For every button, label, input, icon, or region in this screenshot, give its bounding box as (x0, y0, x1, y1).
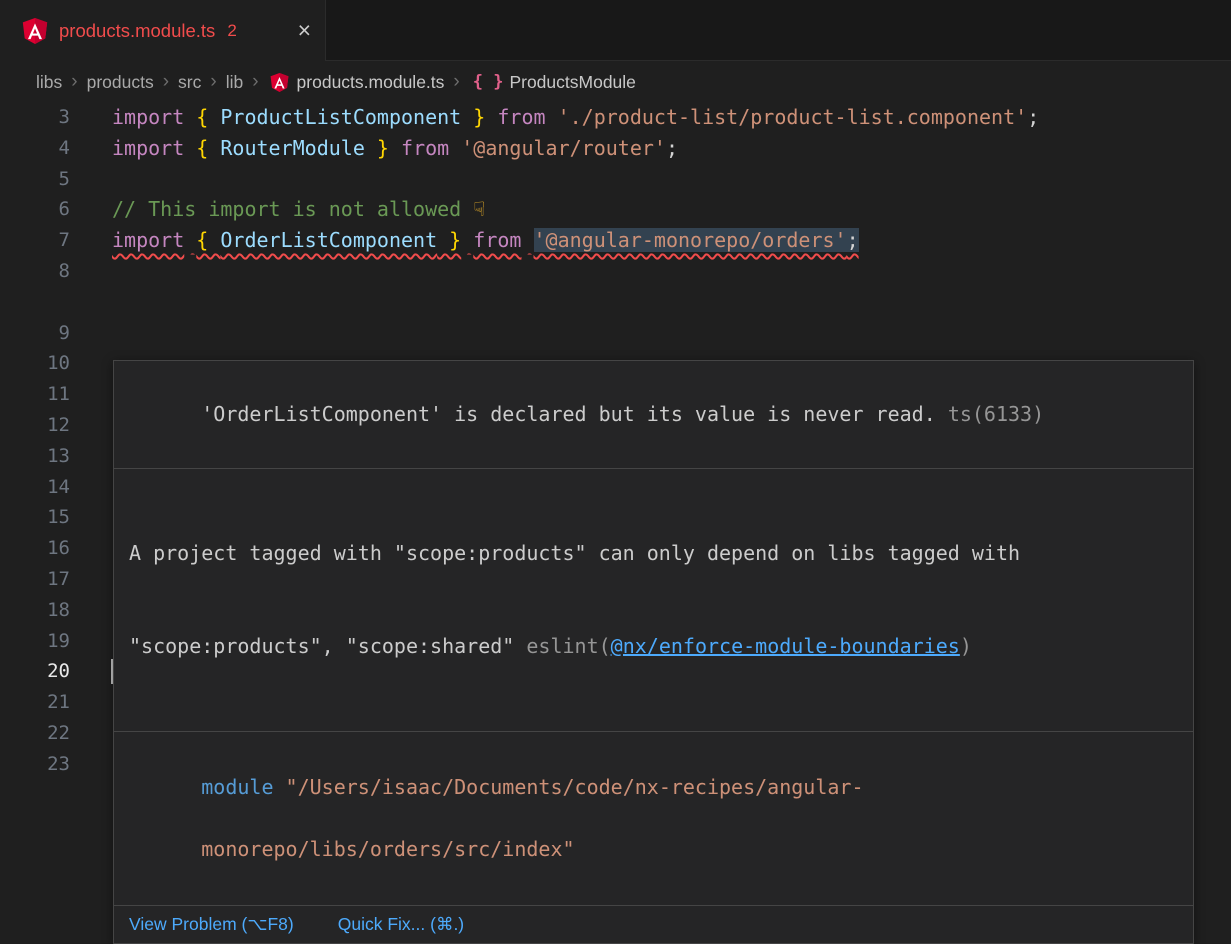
ts-diagnostic-message: 'OrderListComponent' is declared but its… (201, 402, 936, 426)
eslint-source-open: eslint( (526, 634, 610, 658)
tab-problem-count-badge: 2 (227, 21, 236, 41)
line-number: 13 (0, 441, 70, 472)
code-line[interactable]: import { RouterModule } from '@angular/r… (112, 133, 678, 164)
line-number: 3 (0, 102, 70, 133)
editor-line-7[interactable]: 7 import { OrderListComponent } from '@an… (0, 225, 1231, 256)
module-symbol-icon: { } (473, 72, 504, 92)
breadcrumb: libs › products › src › lib › products.m… (0, 61, 1231, 103)
quick-fix-button[interactable]: Quick Fix... (⌘.) (338, 912, 464, 937)
code-editor[interactable]: 3 import { ProductListComponent } from '.… (0, 102, 1231, 780)
line-number: 19 (0, 626, 70, 657)
angular-file-icon (270, 73, 289, 92)
chevron-right-icon: › (203, 71, 223, 93)
code-line[interactable]: import { ProductListComponent } from './… (112, 102, 1039, 133)
breadcrumb-file[interactable]: products.module.ts (295, 72, 447, 93)
line-number: 17 (0, 564, 70, 595)
editor-line-5[interactable]: 5 (0, 164, 1231, 195)
angular-file-icon (22, 18, 48, 44)
module-path-line2: monorepo/libs/orders/src/index" (201, 837, 574, 861)
hover-action-bar: View Problem (⌥F8) Quick Fix... (⌘.) (114, 906, 1193, 943)
line-number: 5 (0, 164, 70, 195)
eslint-rule-link[interactable]: @nx/enforce-module-boundaries (611, 634, 960, 658)
line-number: 10 (0, 348, 70, 379)
chevron-right-icon: › (245, 71, 265, 93)
chevron-right-icon: › (64, 71, 84, 93)
line-number: 18 (0, 595, 70, 626)
editor-line-9[interactable]: 9 (0, 318, 1231, 349)
line-number: 9 (0, 318, 70, 349)
view-problem-button[interactable]: View Problem (⌥F8) (129, 912, 294, 937)
chevron-right-icon: › (446, 71, 466, 93)
module-keyword: module (201, 775, 273, 799)
editor-line-4[interactable]: 4 import { RouterModule } from '@angular/… (0, 133, 1231, 164)
line-number: 4 (0, 133, 70, 164)
editor-line-3[interactable]: 3 import { ProductListComponent } from '.… (0, 102, 1231, 133)
breadcrumb-products[interactable]: products (85, 72, 156, 93)
line-number: 7 (0, 225, 70, 256)
eslint-source-close: ) (960, 634, 972, 658)
editor-line-8[interactable]: 8 (0, 256, 1231, 287)
breadcrumb-src[interactable]: src (176, 72, 203, 93)
line-number: 12 (0, 410, 70, 441)
line-number: 6 (0, 194, 70, 225)
breadcrumb-lib[interactable]: lib (224, 72, 246, 93)
tab-close-icon[interactable]: × (298, 19, 311, 42)
breadcrumb-symbol-products-module[interactable]: ProductsModule (507, 72, 637, 93)
tab-title: products.module.ts (59, 20, 215, 42)
tab-bar: products.module.ts 2 × (0, 0, 1231, 61)
line-number: 21 (0, 687, 70, 718)
tab-products-module[interactable]: products.module.ts 2 × (0, 0, 326, 61)
eslint-message-line1: A project tagged with "scope:products" c… (129, 538, 1178, 569)
module-path-line1: "/Users/isaac/Documents/code/nx-recipes/… (274, 775, 864, 799)
code-line[interactable]: // This import is not allowed ☟ (112, 194, 485, 225)
line-number: 20 (0, 656, 70, 687)
eslint-message-line2-text: "scope:products", "scope:shared" (129, 634, 526, 658)
hover-eslint-diagnostic: A project tagged with "scope:products" c… (114, 469, 1193, 732)
line-number: 14 (0, 472, 70, 503)
code-line-with-error-squiggle[interactable]: import { OrderListComponent } from '@ang… (112, 225, 859, 256)
chevron-right-icon: › (156, 71, 176, 93)
line-number: 23 (0, 749, 70, 780)
line-number: 16 (0, 533, 70, 564)
hover-module-info: module "/Users/isaac/Documents/code/nx-r… (114, 732, 1193, 906)
breadcrumb-libs[interactable]: libs (34, 72, 64, 93)
line-number: 15 (0, 502, 70, 533)
line-number: 11 (0, 379, 70, 410)
ts-diagnostic-source: ts(6133) (948, 402, 1044, 426)
eslint-message-line2: "scope:products", "scope:shared" eslint(… (129, 631, 1178, 662)
hover-ts-diagnostic: 'OrderListComponent' is declared but its… (114, 361, 1193, 469)
editor-line-6[interactable]: 6 // This import is not allowed ☟ (0, 194, 1231, 225)
line-number: 22 (0, 718, 70, 749)
error-hover-tooltip: 'OrderListComponent' is declared but its… (113, 360, 1194, 944)
line-number: 8 (0, 256, 70, 287)
